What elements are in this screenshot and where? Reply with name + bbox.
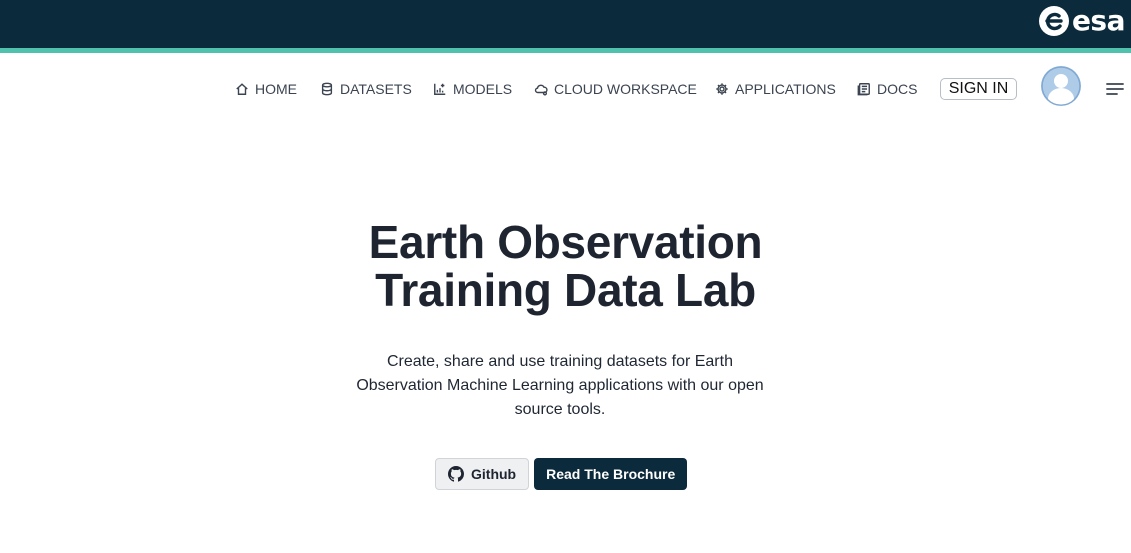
github-button-label: Github [471,466,517,482]
nav-item-label: HOME [255,81,297,97]
gear-icon [716,83,728,95]
chart-icon [434,83,446,95]
nav-item-home[interactable]: HOME [235,80,297,98]
nav-item-docs[interactable]: DOCS [857,80,917,98]
hero-description: Create, share and use training datasets … [356,353,764,418]
user-avatar[interactable] [1041,66,1081,106]
esa-logo-mark-icon [1038,6,1069,36]
esa-logo[interactable]: esa [1038,4,1126,38]
cloud-icon [534,84,548,96]
nav-item-cloud-workspace[interactable]: CLOUD WORKSPACE [534,80,697,98]
nav-item-label: DATASETS [340,81,412,97]
user-icon [1041,66,1081,106]
nav-item-label: APPLICATIONS [735,81,836,97]
nav-item-datasets[interactable]: DATASETS [320,80,412,98]
docs-icon [857,83,870,96]
header-accent-stripe [0,48,1131,53]
nav-item-applications[interactable]: APPLICATIONS [715,80,836,98]
read-brochure-button[interactable]: Read The Brochure [534,458,688,490]
page-title-line: Training Data Lab [375,264,756,316]
sign-in-button[interactable]: SIGN IN [940,78,1017,100]
nav-item-label: DOCS [877,81,918,97]
nav-item-models[interactable]: MODELS [433,80,512,98]
home-icon [236,83,248,95]
top-header-bar: esa [0,0,1131,48]
esa-logo-text: esa [1071,4,1126,37]
page-title: Earth Observation Training Data Lab [0,218,1131,314]
hamburger-menu-icon[interactable] [1106,82,1124,96]
github-button[interactable]: Github [435,458,530,490]
main-navigation: HOME DATASETS MODELS CLOUD WORKSPACE APP… [0,66,1131,112]
database-icon [321,82,333,96]
nav-item-label: CLOUD WORKSPACE [554,81,697,97]
page-title-line: Earth Observation [368,216,763,268]
hero-actions: Github Read The Brochure [435,458,688,490]
github-icon [448,466,464,482]
nav-item-label: MODELS [453,81,513,97]
